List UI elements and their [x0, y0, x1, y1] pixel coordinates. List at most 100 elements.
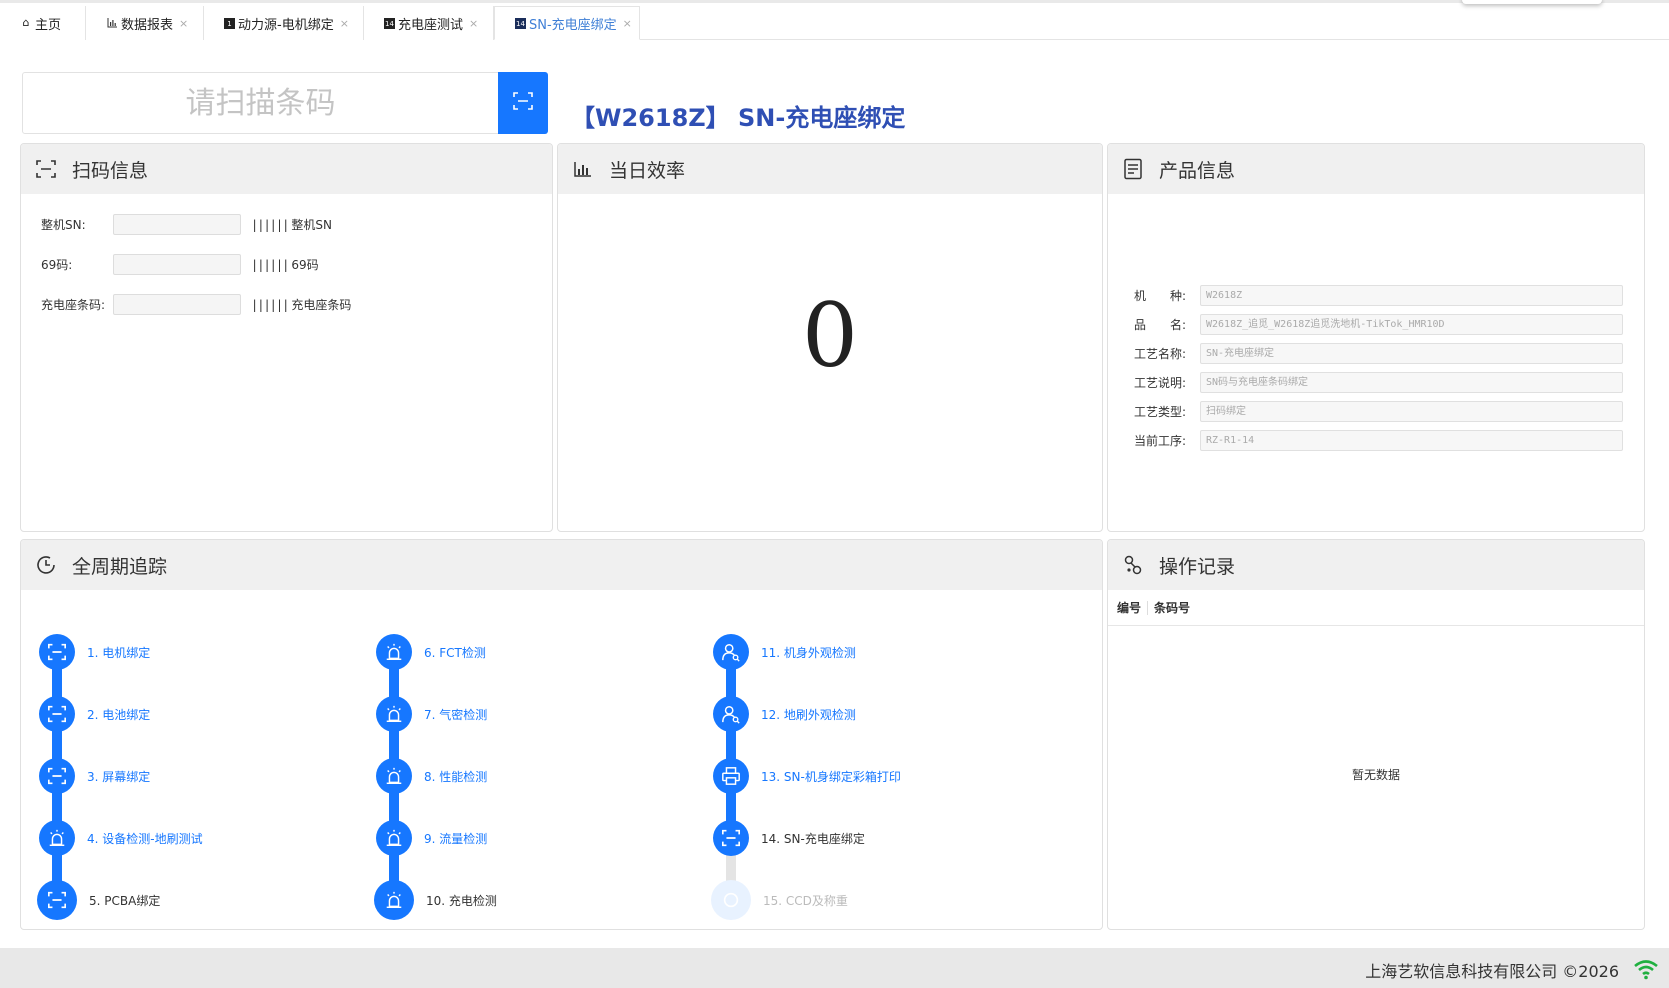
step-connector: [52, 790, 62, 824]
lifecycle-step-6[interactable]: 6. FCT检测: [376, 634, 486, 670]
field-label: 工艺名称:: [1134, 346, 1187, 361]
step-label: 2. 电池绑定: [87, 707, 151, 722]
tab-home[interactable]: ⌂ 主页: [0, 6, 86, 40]
lifecycle-step-5[interactable]: 5. PCBA绑定: [37, 880, 160, 920]
home-icon: ⌂: [22, 16, 30, 29]
page-title: 【W2618Z】 SN-充电座绑定: [571, 104, 906, 132]
tab-motor-binding[interactable]: 1 动力源-电机绑定 ×: [204, 6, 364, 40]
step-label: 4. 设备检测-地刷测试: [87, 831, 203, 846]
product-row-model: 机 种: W2618Z: [1134, 284, 1623, 306]
alarm-icon: [376, 696, 412, 732]
current-step-value: RZ-R1-14: [1200, 429, 1623, 451]
scan-icon: [39, 696, 75, 732]
step-label: 3. 屏幕绑定: [87, 769, 151, 784]
panel-title: 扫码信息: [72, 159, 149, 182]
process-desc-value: SN码与充电座条码绑定: [1200, 371, 1623, 393]
lifecycle-step-2[interactable]: 2. 电池绑定: [39, 696, 150, 732]
tab-data-report[interactable]: 数据报表 ×: [86, 6, 204, 40]
barcode-text: 整机SN: [291, 217, 332, 232]
product-row-current-step: 当前工序: RZ-R1-14: [1134, 429, 1623, 451]
barcode-text: 69码: [291, 257, 319, 272]
top-floating-widget: [1462, 0, 1602, 4]
close-icon[interactable]: ×: [469, 17, 478, 30]
step-connector: [726, 790, 736, 824]
scan-button[interactable]: [498, 72, 548, 134]
step-label: 7. 气密检测: [424, 707, 488, 722]
scan-row-69-code: 69码: |||||| 69码: [41, 253, 319, 275]
tab-sn-charger-binding[interactable]: 14 SN-充电座绑定 ×: [494, 6, 640, 40]
link-icon: [1121, 553, 1145, 577]
lifecycle-step-12[interactable]: 12. 地刷外观检测: [713, 696, 856, 732]
barcode-text: 充电座条码: [291, 297, 352, 312]
wifi-icon: [1633, 958, 1659, 980]
barcode-label: |||||| 充电座条码: [251, 296, 351, 313]
tab-label: 充电座测试: [398, 17, 464, 33]
panel-title: 当日效率: [609, 159, 686, 182]
panel-title: 全周期追踪: [72, 555, 168, 578]
tab-bar: ⌂ 主页 数据报表 × 1 动力源-电机绑定 × 14 充电座测试 × 14 S…: [0, 0, 1669, 40]
column-header-id[interactable]: 编号: [1117, 599, 1141, 616]
panel-title: 产品信息: [1159, 159, 1236, 182]
table-header: 编号 条码号: [1108, 590, 1644, 626]
close-icon[interactable]: ×: [179, 17, 188, 30]
barcode-icon: ||||||: [251, 297, 289, 312]
tab-charger-test[interactable]: 14 充电座测试 ×: [364, 6, 494, 40]
lifecycle-step-14[interactable]: 14. SN-充电座绑定: [713, 820, 865, 856]
tab-label: 动力源-电机绑定: [238, 17, 334, 33]
panel-title: 操作记录: [1159, 555, 1236, 578]
lifecycle-step-7[interactable]: 7. 气密检测: [376, 696, 487, 732]
code-69-field[interactable]: [113, 253, 241, 275]
alarm-icon: [376, 758, 412, 794]
field-label: 工艺类型:: [1134, 404, 1187, 419]
document-icon: [1121, 157, 1145, 181]
alarm-icon: [376, 820, 412, 856]
lifecycle-step-9[interactable]: 9. 流量检测: [376, 820, 487, 856]
step-label: 12. 地刷外观检测: [761, 707, 856, 722]
printer-icon: [713, 758, 749, 794]
field-label: 当前工序:: [1134, 433, 1187, 448]
lifecycle-step-15[interactable]: 15. CCD及称重: [711, 880, 848, 920]
panel-header: 全周期追踪: [21, 540, 1102, 590]
machine-sn-field[interactable]: [113, 213, 241, 235]
inspector-icon: [713, 634, 749, 670]
circle-icon: [711, 880, 751, 920]
lifecycle-panel: 全周期追踪 1. 电机绑定 2. 电池绑定 3. 屏幕绑定 4. 设备检测-地刷测试 5…: [20, 539, 1103, 930]
close-icon[interactable]: ×: [623, 17, 632, 30]
lifecycle-step-10[interactable]: 10. 充电检测: [374, 880, 497, 920]
charger-code-field[interactable]: [113, 293, 241, 315]
product-row-process-type: 工艺类型: 扫码绑定: [1134, 400, 1623, 422]
step-label: 11. 机身外观检测: [761, 645, 856, 660]
step-connector: [726, 728, 736, 762]
scan-icon: [37, 880, 77, 920]
process-name-value: SN-充电座绑定: [1200, 342, 1623, 364]
step-connector: [389, 666, 399, 700]
step-label: 6. FCT检测: [424, 645, 486, 660]
lifecycle-step-11[interactable]: 11. 机身外观检测: [713, 634, 856, 670]
step-label: 13. SN-机身绑定彩箱打印: [761, 769, 901, 784]
barcode-scan-input[interactable]: [23, 73, 498, 133]
field-label: 机 种:: [1134, 288, 1187, 303]
step-connector: [389, 790, 399, 824]
lifecycle-step-1[interactable]: 1. 电机绑定: [39, 634, 150, 670]
column-header-barcode[interactable]: 条码号: [1154, 599, 1190, 616]
close-icon[interactable]: ×: [340, 17, 349, 30]
field-label: 充电座条码:: [41, 297, 106, 312]
scan-icon: [512, 90, 534, 116]
tab-label: 数据报表: [121, 17, 174, 33]
step-connector: [726, 666, 736, 700]
efficiency-panel: 当日效率 0: [557, 143, 1103, 532]
panel-header: 操作记录: [1108, 540, 1644, 590]
product-info-panel: 产品信息 机 种: W2618Z 品 名: W2618Z_追觅_W2618Z追觅…: [1107, 143, 1645, 532]
lifecycle-step-3[interactable]: 3. 屏幕绑定: [39, 758, 150, 794]
field-label: 69码:: [41, 257, 73, 272]
field-label: 品 名:: [1134, 317, 1187, 332]
barcode-icon: ||||||: [251, 257, 289, 272]
scan-icon: [39, 634, 75, 670]
lifecycle-step-13[interactable]: 13. SN-机身绑定彩箱打印: [713, 758, 901, 794]
lifecycle-step-4[interactable]: 4. 设备检测-地刷测试: [39, 820, 203, 856]
step-label: 5. PCBA绑定: [89, 893, 161, 908]
lifecycle-step-8[interactable]: 8. 性能检测: [376, 758, 487, 794]
product-name-value: W2618Z_追觅_W2618Z追觅洗地机-TikTok_HMR10D: [1200, 313, 1623, 335]
footer: 上海艺软信息科技有限公司 ©2026: [0, 948, 1669, 988]
clock-icon: [34, 553, 58, 577]
